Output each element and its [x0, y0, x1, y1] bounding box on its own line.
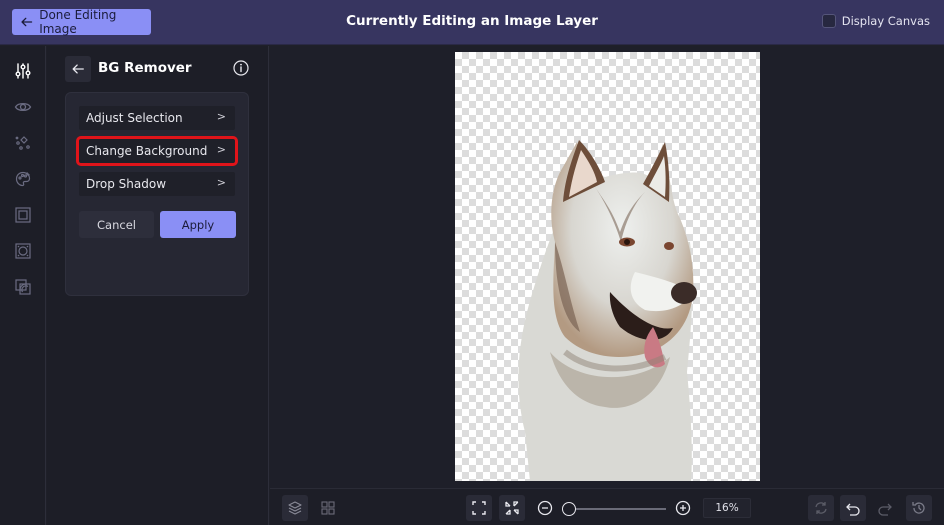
- panel-title: BG Remover: [98, 60, 192, 76]
- chevron-right-icon: >: [216, 110, 226, 123]
- image-layer[interactable]: [455, 52, 760, 481]
- bg-remover-panel: BG Remover Adjust Selection > Change Bac…: [47, 46, 269, 525]
- eye-icon[interactable]: [12, 96, 34, 118]
- undo-button[interactable]: [840, 495, 866, 521]
- sparkles-icon[interactable]: [12, 132, 34, 154]
- chevron-right-icon: >: [216, 176, 226, 189]
- menu-item-label: Change Background: [86, 144, 208, 158]
- shrink-button[interactable]: [499, 495, 525, 521]
- menu-item-drop-shadow[interactable]: Drop Shadow >: [79, 172, 235, 196]
- grid-button[interactable]: [315, 495, 341, 521]
- tool-icon-bar: [0, 46, 46, 525]
- history-button[interactable]: [906, 495, 932, 521]
- shrink-icon: [505, 501, 519, 515]
- bottom-toolbar: 16%: [270, 488, 944, 525]
- adjustments-icon[interactable]: [12, 60, 34, 82]
- texture-frame-icon[interactable]: [12, 240, 34, 262]
- plus-circle-icon: [675, 500, 691, 516]
- page-title: Currently Editing an Image Layer: [346, 13, 598, 29]
- zoom-level[interactable]: 16%: [703, 498, 751, 518]
- frame-icon[interactable]: [12, 204, 34, 226]
- redo-icon: [878, 503, 892, 516]
- apply-button[interactable]: Apply: [160, 211, 236, 238]
- expand-icon: [472, 501, 486, 515]
- minus-circle-icon: [537, 500, 553, 516]
- bg-remover-options-card: Adjust Selection > Change Background > D…: [65, 92, 249, 296]
- zoom-slider-thumb[interactable]: [562, 502, 576, 516]
- canvas-workspace[interactable]: [270, 46, 944, 488]
- zoom-in-button[interactable]: [670, 495, 696, 521]
- husky-cutout: [518, 140, 697, 481]
- refresh-icon: [815, 502, 827, 514]
- grid-icon: [321, 501, 335, 515]
- palette-icon[interactable]: [12, 168, 34, 190]
- menu-item-adjust-selection[interactable]: Adjust Selection >: [79, 106, 235, 130]
- top-bar: Done Editing Image Currently Editing an …: [0, 0, 944, 45]
- reset-button[interactable]: [808, 495, 834, 521]
- back-button[interactable]: [65, 56, 91, 82]
- undo-icon: [846, 503, 860, 516]
- display-canvas-checkbox[interactable]: [821, 14, 836, 28]
- history-icon: [912, 502, 925, 514]
- layers-icon: [288, 501, 302, 515]
- cancel-button[interactable]: Cancel: [79, 211, 154, 238]
- info-icon[interactable]: [233, 60, 249, 76]
- zoom-out-button[interactable]: [532, 495, 558, 521]
- display-canvas-label: Display Canvas: [841, 14, 930, 28]
- menu-item-label: Adjust Selection: [86, 111, 183, 125]
- menu-item-change-background[interactable]: Change Background >: [76, 136, 238, 166]
- layers-button[interactable]: [282, 495, 308, 521]
- display-canvas-toggle[interactable]: Display Canvas: [821, 14, 930, 28]
- menu-item-label: Drop Shadow: [86, 177, 167, 191]
- zoom-slider-track[interactable]: [570, 508, 666, 510]
- fit-to-screen-button[interactable]: [466, 495, 492, 521]
- arrow-left-icon: [72, 64, 84, 74]
- redo-button[interactable]: [872, 495, 898, 521]
- chevron-right-icon: >: [216, 143, 226, 156]
- overlay-icon[interactable]: [12, 276, 34, 298]
